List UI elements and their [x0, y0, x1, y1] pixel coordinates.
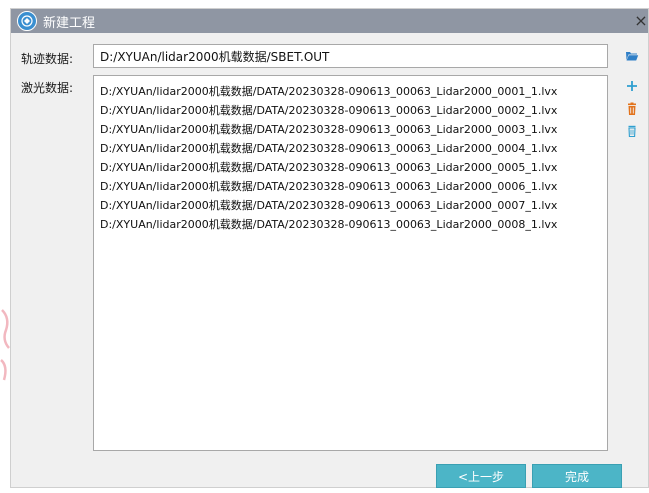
- file-list-item[interactable]: D:/XYUAn/lidar2000机载数据/DATA/20230328-090…: [94, 101, 607, 120]
- laser-data-label: 激光数据:: [21, 81, 74, 95]
- title-bar: 新建工程 ×: [11, 9, 648, 33]
- file-list-item[interactable]: D:/XYUAn/lidar2000机载数据/DATA/20230328-090…: [94, 215, 607, 234]
- file-list-item[interactable]: D:/XYUAn/lidar2000机载数据/DATA/20230328-090…: [94, 196, 607, 215]
- file-list-item[interactable]: D:/XYUAn/lidar2000机载数据/DATA/20230328-090…: [94, 82, 607, 101]
- previous-step-button[interactable]: <上一步: [436, 464, 526, 488]
- laser-file-list[interactable]: D:/XYUAn/lidar2000机载数据/DATA/20230328-090…: [93, 75, 608, 451]
- dialog-title: 新建工程: [43, 16, 96, 31]
- new-project-dialog: 新建工程 × 轨迹数据: 激光数据: D:/XYUAn/lidar2000机载数…: [10, 8, 649, 488]
- track-data-input[interactable]: [93, 44, 608, 68]
- close-button[interactable]: ×: [632, 9, 649, 33]
- track-data-label: 轨迹数据:: [21, 52, 74, 66]
- plus-icon[interactable]: [625, 79, 639, 93]
- file-list-item[interactable]: D:/XYUAn/lidar2000机载数据/DATA/20230328-090…: [94, 158, 607, 177]
- file-list-item[interactable]: D:/XYUAn/lidar2000机载数据/DATA/20230328-090…: [94, 120, 607, 139]
- folder-open-icon[interactable]: [625, 49, 639, 63]
- watermark-fragment: [0, 309, 10, 381]
- trash-outline-icon[interactable]: [625, 124, 639, 138]
- trash-icon[interactable]: [625, 102, 639, 116]
- file-list-item[interactable]: D:/XYUAn/lidar2000机载数据/DATA/20230328-090…: [94, 177, 607, 196]
- app-logo-icon: [17, 11, 37, 31]
- file-list-item[interactable]: D:/XYUAn/lidar2000机载数据/DATA/20230328-090…: [94, 139, 607, 158]
- finish-button[interactable]: 完成: [532, 464, 622, 488]
